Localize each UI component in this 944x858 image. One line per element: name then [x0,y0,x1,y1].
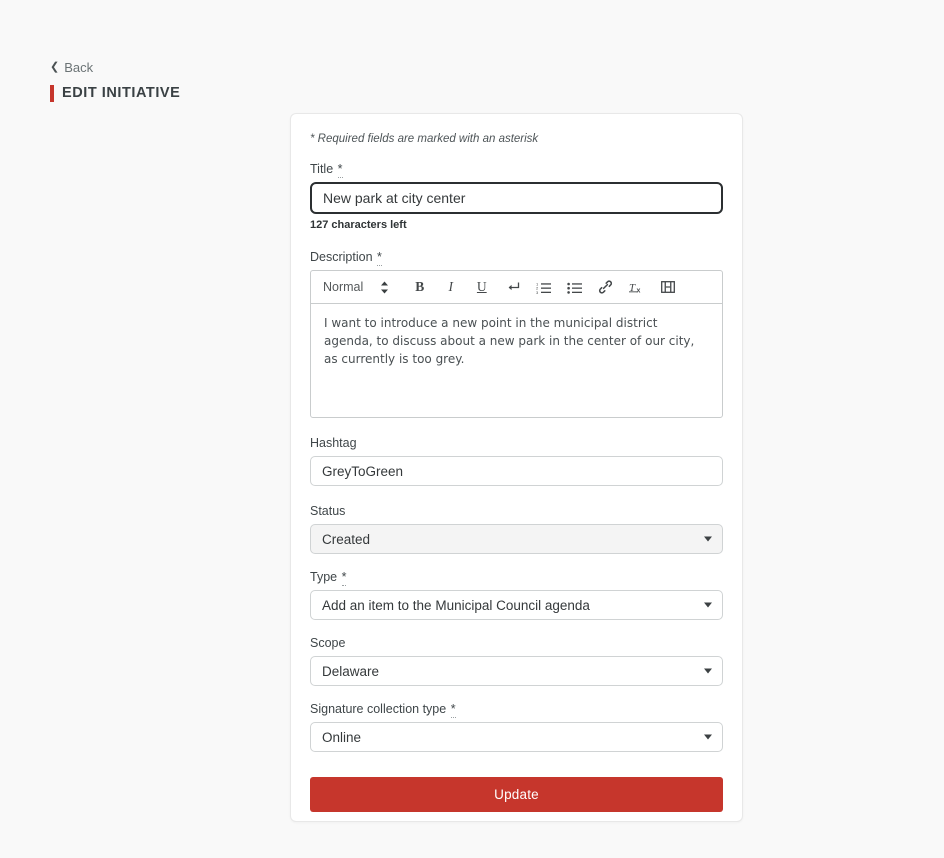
required-asterisk: * [377,250,382,266]
field-scope: Scope Delaware [310,636,723,686]
link-icon[interactable] [597,278,614,296]
clear-format-icon[interactable]: T x [628,278,645,296]
hashtag-input[interactable] [310,456,723,486]
signature-type-select[interactable]: Online [310,722,723,752]
description-editor-body[interactable]: I want to introduce a new point in the m… [311,304,722,417]
back-link[interactable]: ❮ Back [50,60,180,76]
italic-icon[interactable]: I [442,278,459,296]
title-label-text: Title [310,162,334,176]
form-container: * Required fields are marked with an ast… [291,114,742,812]
title-characters-left: 127 characters left [310,219,407,231]
title-accent-bar [50,85,54,102]
type-label: Type * [310,570,723,586]
signature-type-label: Signature collection type * [310,702,723,718]
status-label: Status [310,504,346,518]
scope-label: Scope [310,636,346,650]
required-fields-note: * Required fields are marked with an ast… [310,133,539,145]
field-hashtag: Hashtag [310,436,723,486]
required-asterisk: * [341,570,347,586]
field-description: Description * Normal B I U 1 2 3 T x I w… [310,250,723,418]
svg-text:x: x [636,288,640,294]
type-select-wrap: Add an item to the Municipal Council age… [310,590,723,620]
title-input[interactable] [310,182,723,214]
line-break-icon[interactable] [504,278,521,296]
type-select[interactable]: Add an item to the Municipal Council age… [310,590,723,620]
scope-select[interactable]: Delaware [310,656,723,686]
field-status: Status Created [310,504,723,554]
chevron-left-icon: ❮ [50,60,60,73]
back-label: Back [64,60,94,75]
title-label: Title * [310,162,723,178]
description-label: Description * [310,250,723,266]
field-type: Type * Add an item to the Municipal Coun… [310,570,723,620]
type-label-text: Type [310,570,338,584]
page-title: EDIT INITIATIVE [62,85,181,101]
hashtag-label: Hashtag [310,436,357,450]
status-select[interactable]: Created [310,524,723,554]
svg-text:3: 3 [536,289,539,293]
required-asterisk: * [337,162,343,178]
field-title: Title * 127 characters left [310,162,723,232]
ordered-list-icon[interactable]: 1 2 3 [535,278,552,296]
bullet-list-icon[interactable] [566,278,583,296]
up-down-stepper-icon[interactable] [380,281,389,294]
format-picker[interactable]: Normal [319,280,389,294]
list-group: 1 2 3 [535,278,583,296]
signature-type-label-text: Signature collection type [310,702,447,716]
page-header: ❮ Back EDIT INITIATIVE [50,60,180,102]
update-button[interactable]: Update [310,777,723,812]
description-text: I want to introduce a new point in the m… [324,316,695,366]
video-embed-icon[interactable] [659,278,676,296]
description-label-text: Description [310,250,373,264]
edit-initiative-card: * Required fields are marked with an ast… [290,113,743,822]
scope-select-wrap: Delaware [310,656,723,686]
text-style-group: B I U [411,278,521,296]
insert-group: T x [597,278,676,296]
format-picker-label: Normal [323,280,364,294]
page-title-row: EDIT INITIATIVE [50,85,180,102]
description-editor: Normal B I U 1 2 3 T x I want to introdu… [310,270,723,418]
signature-type-select-wrap: Online [310,722,723,752]
underline-icon[interactable]: U [473,278,490,296]
required-asterisk: * [450,702,456,718]
bold-icon[interactable]: B [411,278,428,296]
field-signature-collection-type: Signature collection type * Online [310,702,723,752]
editor-toolbar: Normal B I U 1 2 3 T x [311,271,722,304]
status-select-wrap: Created [310,524,723,554]
